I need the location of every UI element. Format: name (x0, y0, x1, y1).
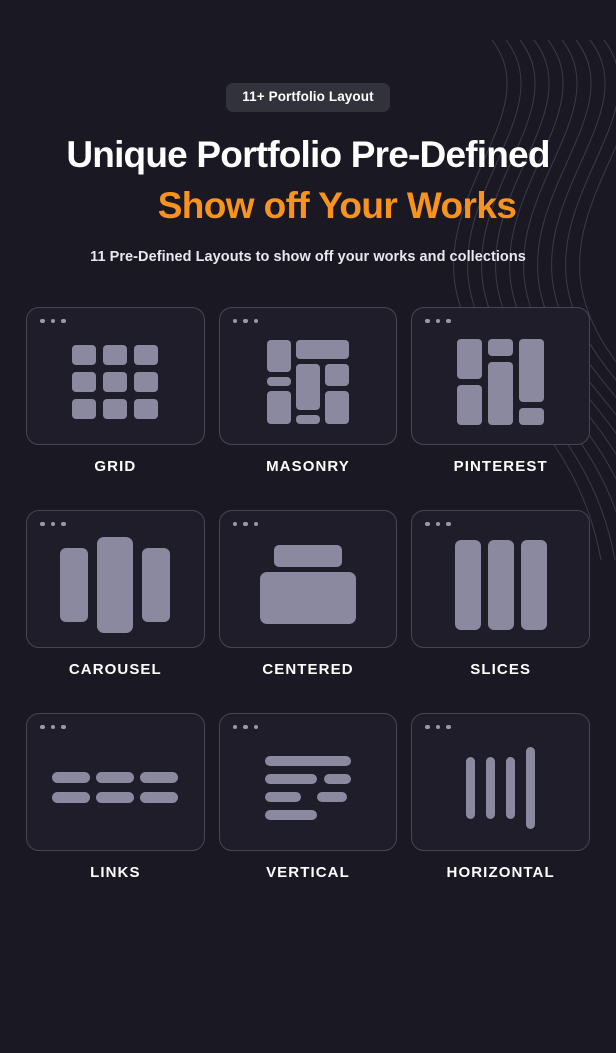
horizontal-layout-icon (466, 738, 536, 838)
layout-label: SLICES (470, 660, 532, 678)
grid-layout-icon (72, 344, 159, 419)
preview-frame (26, 509, 205, 648)
window-dots-icon (40, 521, 66, 527)
preview-frame (218, 509, 398, 648)
window-dots-icon (425, 521, 451, 527)
layout-card-links[interactable]: LINKS (26, 712, 205, 881)
layout-label: CAROUSEL (68, 660, 162, 678)
window-dots-icon (425, 724, 451, 730)
window-dots-icon (40, 318, 66, 324)
links-layout-icon (52, 772, 179, 804)
layout-label: CENTERED (262, 660, 354, 678)
layout-card-slices[interactable]: SLICES (411, 509, 590, 678)
preview-frame (411, 712, 590, 851)
window-dots-icon (232, 724, 259, 730)
layout-label: GRID (94, 457, 137, 475)
hero-section: 11+ Portfolio Layout Unique Portfolio Pr… (0, 0, 616, 265)
window-dots-icon (40, 724, 66, 730)
window-dots-icon (425, 318, 451, 324)
layout-card-carousel[interactable]: CAROUSEL (26, 509, 205, 678)
layout-card-grid[interactable]: GRID (26, 306, 205, 475)
title-line-accent: Show off Your Works (157, 184, 517, 226)
window-dots-icon (232, 521, 259, 527)
status-badge: 11+ Portfolio Layout (226, 83, 390, 112)
preview-frame (411, 306, 590, 445)
preview-stage (27, 535, 204, 635)
layout-card-pinterest[interactable]: PINTEREST (411, 306, 590, 475)
preview-frame (26, 306, 205, 445)
layout-card-masonry[interactable]: MASONRY (218, 306, 398, 475)
hero-subtitle: 11 Pre-Defined Layouts to show off your … (90, 248, 526, 265)
slices-layout-icon (454, 539, 547, 630)
pinterest-layout-icon (457, 338, 545, 425)
carousel-layout-icon (60, 535, 171, 635)
layout-card-vertical[interactable]: VERTICAL (218, 712, 398, 881)
preview-stage (220, 535, 397, 635)
preview-frame (411, 509, 590, 648)
preview-stage (27, 738, 204, 838)
window-dots-icon (232, 318, 259, 324)
layout-card-centered[interactable]: CENTERED (218, 509, 398, 678)
page-title: Unique Portfolio Pre-Defined Show off Yo… (0, 134, 616, 227)
preview-stage (412, 738, 589, 838)
layout-card-grid: GRID MASONRY PINTEREST CAROUSEL CENTERED… (0, 306, 616, 881)
layout-label: LINKS (90, 863, 141, 881)
layout-label: MASONRY (266, 457, 350, 475)
layout-label: HORIZONTAL (446, 863, 555, 881)
vertical-layout-icon (264, 755, 351, 820)
masonry-layout-icon (266, 339, 349, 424)
preview-frame (218, 306, 398, 445)
layout-label: VERTICAL (266, 863, 350, 881)
preview-stage (220, 738, 397, 838)
preview-stage (220, 332, 397, 432)
preview-stage (412, 535, 589, 635)
preview-stage (27, 332, 204, 432)
preview-frame (26, 712, 205, 851)
layout-card-horizontal[interactable]: HORIZONTAL (411, 712, 590, 881)
layout-label: PINTEREST (453, 457, 548, 475)
portfolio-layouts-page: 11+ Portfolio Layout Unique Portfolio Pr… (0, 0, 616, 1053)
preview-stage (412, 332, 589, 432)
preview-frame (218, 712, 398, 851)
centered-layout-icon (259, 545, 356, 625)
title-line-primary: Unique Portfolio Pre-Defined (66, 133, 550, 175)
